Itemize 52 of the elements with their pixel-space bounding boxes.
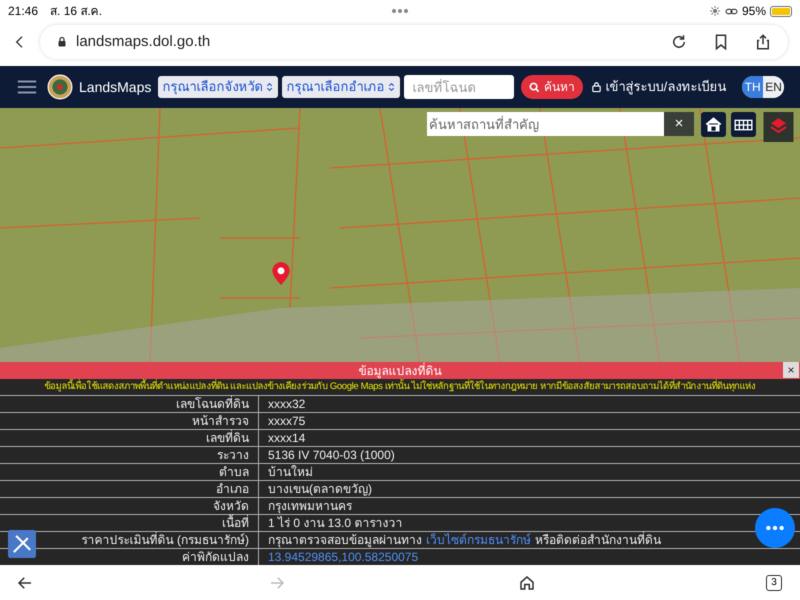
date-text: ส. 16 ส.ค. xyxy=(50,3,102,20)
tab-count[interactable]: 3 xyxy=(766,574,782,590)
panel-title: ข้อมูลแปลงที่ดิน xyxy=(358,362,442,379)
emblem-logo-icon xyxy=(47,74,73,100)
home-icon[interactable] xyxy=(518,574,536,592)
field-label: หน้าสำรวจ xyxy=(0,413,259,429)
field-label: ระวาง xyxy=(0,447,259,463)
search-button[interactable]: ค้นหา xyxy=(521,75,583,99)
address-bar[interactable]: landsmaps.dol.go.th xyxy=(40,25,788,59)
time-text: 21:46 xyxy=(8,3,38,20)
field-link[interactable]: เว็บไซต์กรมธนารักษ์ xyxy=(426,532,531,548)
field-label: เลขโฉนดที่ดิน xyxy=(0,396,259,412)
brand-name: LandsMaps xyxy=(79,78,152,97)
field-value: 1 ไร่ 0 งาน 13.0 ตารางวา xyxy=(268,515,402,531)
login-link[interactable]: เข้าสู่ระบบ/ลงทะเบียน xyxy=(590,77,726,97)
brightness-icon xyxy=(708,5,721,17)
chevron-up-down-icon xyxy=(387,81,396,93)
field-value: 5136 IV 7040-03 (1000) xyxy=(268,447,395,463)
battery-icon xyxy=(770,6,792,16)
field-label: จังหวัด xyxy=(0,498,259,514)
field-value: กรุณาตรวจสอบข้อมูลผ่านทาง xyxy=(268,532,422,548)
language-tab[interactable]: TH xyxy=(742,76,764,98)
field-value: หรือติดต่อสำนักงานที่ดิน xyxy=(535,532,661,548)
share-icon[interactable] xyxy=(754,33,772,51)
field-link[interactable]: 13.94529865,100.58250075 xyxy=(268,549,418,565)
field-value: xxxx14 xyxy=(268,430,306,446)
url-text: landsmaps.dol.go.th xyxy=(76,32,210,52)
battery-percentage: 95% xyxy=(742,3,766,20)
search-icon xyxy=(529,82,540,92)
reload-icon[interactable] xyxy=(670,33,688,51)
deed-number-field[interactable]: เลขที่โฉนด xyxy=(404,75,514,99)
field-label: เลขที่ดิน xyxy=(0,430,259,446)
more-options-icon[interactable] xyxy=(755,508,795,548)
field-label: ตำบล xyxy=(0,464,259,480)
dots-icon xyxy=(391,8,409,14)
field-value: xxxx75 xyxy=(268,413,306,429)
close-button[interactable]: × xyxy=(783,362,799,378)
place-search-field[interactable]: ค้นหาสถานที่สำคัญ xyxy=(427,112,664,136)
language-tab[interactable]: EN xyxy=(763,76,784,98)
district-select[interactable]: กรุณาเลือกอำเภอ xyxy=(282,76,400,98)
disclaimer-text: ข้อมูลนี้เพื่อใช้แสดงสภาพพื้นที่ตำแหน่งแปลงที่ดิน และแปลงข้างเคียงร่วมกับ Google Maps เท่านั้น ไม่ใช่หลักฐานที่ใช้ในทางกฎหมาย หากมีข้อสงสัยสามารถสอบถามได้ที่สำนักงานที่ดินทุกแห่ง xyxy=(43,379,757,394)
field-value: xxxx32 xyxy=(268,396,306,412)
clear-button[interactable]: × xyxy=(664,112,694,136)
layers-icon[interactable] xyxy=(761,112,796,142)
lock-icon xyxy=(590,81,602,93)
chevron-up-down-icon xyxy=(265,81,274,93)
field-value: บ้านใหม่ xyxy=(268,464,313,480)
lock-icon xyxy=(56,36,68,48)
field-value: กรุงเทพมหานคร xyxy=(268,498,352,514)
field-label: อำเภอ xyxy=(0,481,259,497)
field-value: บางเขน(ตลาดขวัญ) xyxy=(268,481,372,497)
province-select[interactable]: กรุณาเลือกจังหวัด xyxy=(158,76,278,98)
